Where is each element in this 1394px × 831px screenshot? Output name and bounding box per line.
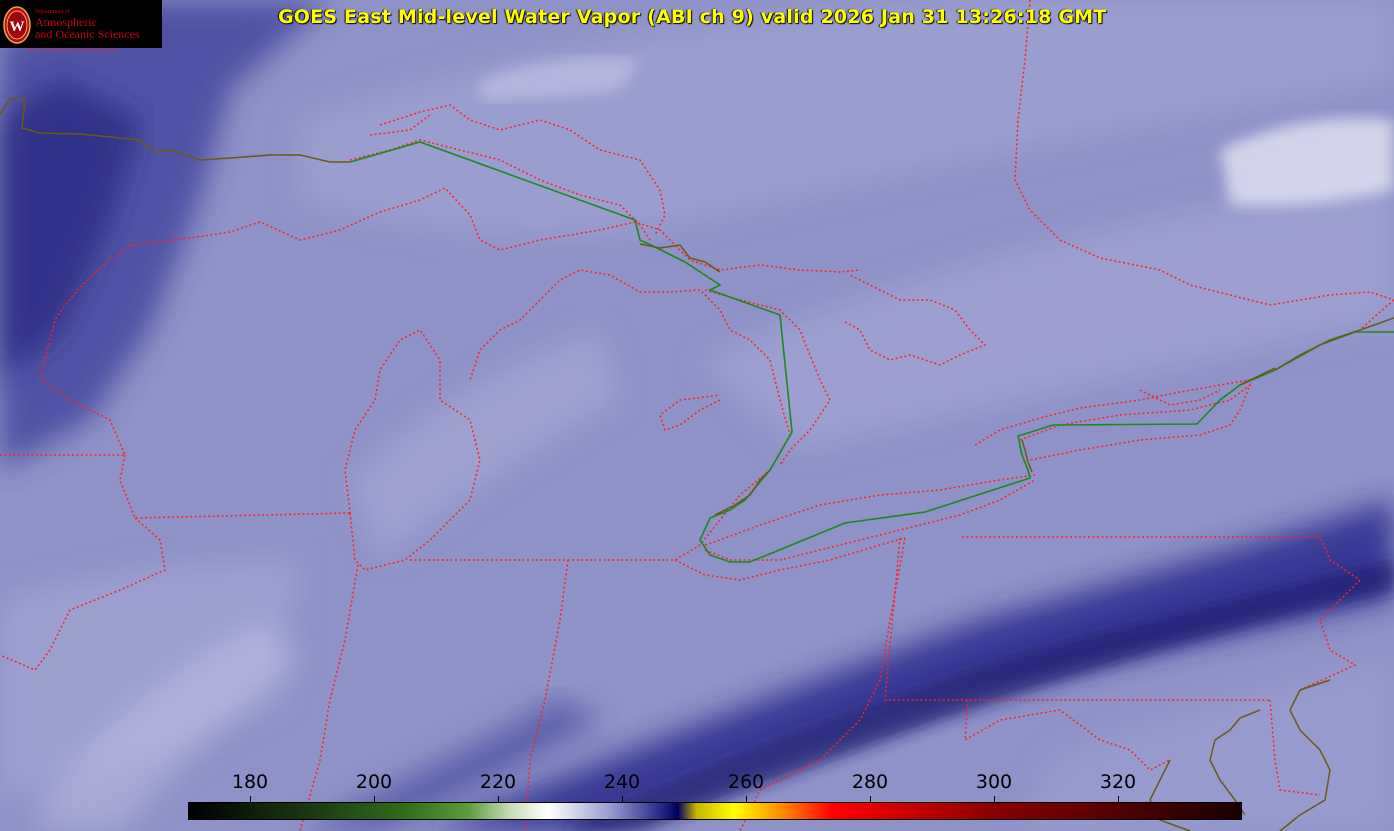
colorbar-tick-label: 240 bbox=[603, 771, 641, 793]
uw-aos-logo: W Department of Atmospheric and Oceanic … bbox=[0, 0, 162, 48]
colorbar-tick-label: 260 bbox=[727, 771, 765, 793]
colorbar-tick-label: 200 bbox=[355, 771, 393, 793]
colorbar-tick-label: 300 bbox=[975, 771, 1013, 793]
svg-text:W: W bbox=[10, 19, 25, 35]
uw-crest-icon: W bbox=[3, 6, 31, 44]
colorbar-tick-label: 280 bbox=[851, 771, 889, 793]
map-title: GOES East Mid-level Water Vapor (ABI ch … bbox=[278, 6, 1107, 28]
colorbar-tick-label: 180 bbox=[231, 771, 269, 793]
colorbar bbox=[188, 802, 1242, 820]
water-vapor-map bbox=[0, 0, 1394, 831]
colorbar-tick-label: 220 bbox=[479, 771, 517, 793]
colorbar-tick-label: 320 bbox=[1099, 771, 1137, 793]
logo-line2-text: and Oceanic Sciences bbox=[35, 27, 140, 41]
